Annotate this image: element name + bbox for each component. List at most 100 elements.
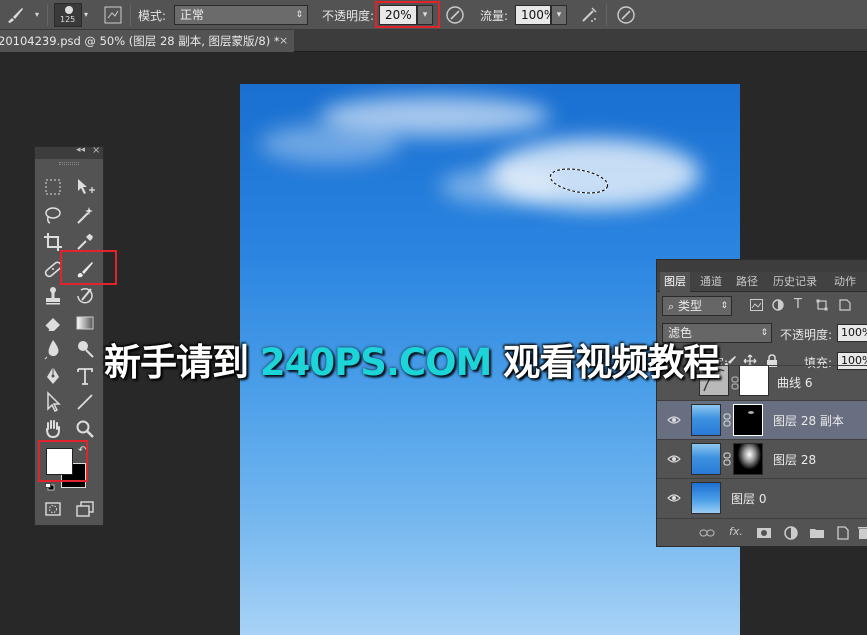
eye-icon[interactable] — [667, 413, 681, 427]
layer-row-layer0[interactable]: 图层 0 — [657, 478, 867, 517]
mode-select[interactable]: 正常 ⇕ — [174, 5, 308, 25]
airbrush-icon[interactable] — [578, 4, 600, 26]
layer-name: 图层 28 副本 — [773, 414, 844, 428]
layer-name: 图层 28 — [773, 453, 817, 467]
separator — [47, 4, 48, 26]
watermark-text-2: 观看视频教程 — [503, 341, 720, 384]
type-tool-icon[interactable] — [73, 364, 97, 388]
magic-wand-tool-icon[interactable] — [73, 203, 97, 227]
layer-thumbnail — [691, 404, 721, 436]
pressure-size-icon[interactable] — [615, 4, 637, 26]
layer-thumbnail — [691, 482, 721, 514]
mode-value: 正常 — [180, 8, 205, 22]
move-tool-icon[interactable] — [73, 175, 97, 199]
opacity-highlight-box — [375, 1, 440, 28]
cloud — [260, 124, 400, 164]
pen-tool-icon[interactable] — [41, 364, 65, 388]
hand-tool-icon[interactable] — [41, 417, 65, 441]
link-icon — [723, 413, 731, 427]
new-group-icon[interactable] — [809, 525, 825, 541]
layer-opacity-label: 不透明度: — [780, 328, 833, 342]
line-tool-icon[interactable] — [73, 390, 97, 414]
tab-history[interactable]: 历史记录 — [769, 272, 821, 292]
updown-arrows-icon: ⇕ — [295, 10, 303, 20]
screen-mode-icon[interactable] — [73, 497, 97, 521]
tab-layers[interactable]: 图层 — [660, 272, 690, 292]
shape-filter-icon[interactable] — [816, 299, 828, 311]
link-icon — [731, 376, 739, 390]
collapse-icon[interactable]: ◂◂ — [76, 145, 85, 155]
layers-panel-header[interactable] — [657, 260, 867, 272]
eraser-tool-icon[interactable] — [41, 311, 65, 335]
cloud — [440, 169, 560, 204]
brush-panel-toggle-icon[interactable] — [102, 4, 124, 26]
updown-arrows-icon: ⇕ — [760, 328, 768, 338]
color-swatch-highlight-box — [38, 440, 88, 482]
clone-stamp-tool-icon[interactable] — [41, 284, 65, 308]
brush-picker-chevron-icon[interactable]: ▾ — [84, 10, 88, 19]
link-layers-icon[interactable] — [699, 525, 715, 541]
marquee-tool-icon[interactable] — [41, 175, 65, 199]
tools-panel-header[interactable]: ◂◂ × — [35, 145, 103, 159]
adjustment-layer-icon[interactable] — [783, 525, 799, 541]
dodge-tool-icon[interactable] — [73, 337, 97, 361]
link-icon — [723, 452, 731, 466]
document-tab-bar: 20104239.psd @ 50% (图层 28 副本, 图层蒙版/8) * … — [0, 30, 867, 52]
gradient-tool-icon[interactable] — [73, 311, 97, 335]
watermark-site: 240PS.COM — [259, 341, 492, 384]
close-icon[interactable]: × — [92, 145, 100, 156]
eye-icon[interactable] — [667, 491, 681, 505]
new-layer-icon[interactable] — [835, 525, 851, 541]
tool-preset-chevron-icon[interactable]: ▾ — [35, 10, 39, 19]
layer-thumbnail — [691, 443, 721, 475]
lasso-tool-icon[interactable] — [41, 203, 65, 227]
layer-mask-thumbnail — [733, 404, 763, 436]
flow-dropdown-button[interactable]: ▾ — [551, 5, 567, 25]
brush-tool-icon[interactable] — [4, 4, 26, 26]
layer-opacity-value: 100% — [841, 326, 867, 339]
mode-label: 模式: — [138, 9, 167, 23]
pixel-filter-icon[interactable] — [750, 299, 763, 311]
separator — [606, 4, 607, 26]
tab-channels[interactable]: 通道 — [696, 272, 726, 292]
separator — [130, 4, 131, 26]
adjustment-filter-icon[interactable] — [772, 299, 784, 311]
document-tab[interactable]: 20104239.psd @ 50% (图层 28 副本, 图层蒙版/8) * … — [0, 30, 294, 52]
brush-size-picker[interactable]: 125 — [54, 3, 82, 27]
eye-icon[interactable] — [667, 452, 681, 466]
flow-input[interactable]: 100% — [515, 5, 555, 25]
brush-size-value: 125 — [60, 15, 76, 24]
layer-mask-thumbnail — [733, 443, 763, 475]
layer-style-icon[interactable]: fx. — [729, 525, 745, 541]
document-tab-title: 20104239.psd @ 50% (图层 28 副本, 图层蒙版/8) * — [0, 34, 280, 48]
layers-panel-footer: fx. — [657, 518, 867, 546]
blend-mode-value: 滤色 — [668, 326, 693, 340]
layer-opacity-input[interactable]: 100% — [837, 324, 867, 342]
pressure-opacity-icon[interactable] — [444, 4, 466, 26]
quick-mask-icon[interactable] — [41, 497, 65, 521]
layers-panel: 图层 通道 路径 历史记录 动作 ⌕ 类型 ⇕ T 滤色 ⇕ 不透明度: 100… — [656, 259, 867, 547]
smart-object-filter-icon[interactable] — [839, 299, 851, 311]
tab-paths[interactable]: 路径 — [732, 272, 762, 292]
layer-row-layer28[interactable]: 图层 28 — [657, 439, 867, 478]
brush-tool-highlight-box — [60, 250, 117, 285]
brush-tip-icon — [65, 6, 73, 14]
layer-filter-value: 类型 — [678, 299, 703, 313]
tab-actions[interactable]: 动作 — [830, 272, 860, 292]
watermark-banner: 新手请到 240PS.COM 观看视频教程 — [104, 340, 720, 386]
delete-layer-icon[interactable] — [857, 525, 867, 541]
flow-label: 流量: — [480, 9, 509, 23]
layer-filter-select[interactable]: ⌕ 类型 ⇕ — [662, 296, 732, 316]
type-filter-icon[interactable]: T — [794, 297, 802, 312]
selection-marquee — [549, 168, 609, 194]
path-selection-tool-icon[interactable] — [41, 390, 65, 414]
layer-row-layer28-copy[interactable]: 图层 28 副本 — [657, 400, 867, 439]
layer-name: 图层 0 — [731, 492, 767, 506]
close-icon[interactable]: × — [279, 30, 288, 52]
add-mask-icon[interactable] — [756, 525, 772, 541]
blur-tool-icon[interactable] — [41, 337, 65, 361]
history-brush-tool-icon[interactable] — [73, 284, 97, 308]
watermark-text-1: 新手请到 — [104, 341, 249, 384]
grip-handle[interactable] — [59, 162, 79, 165]
zoom-tool-icon[interactable] — [73, 417, 97, 441]
